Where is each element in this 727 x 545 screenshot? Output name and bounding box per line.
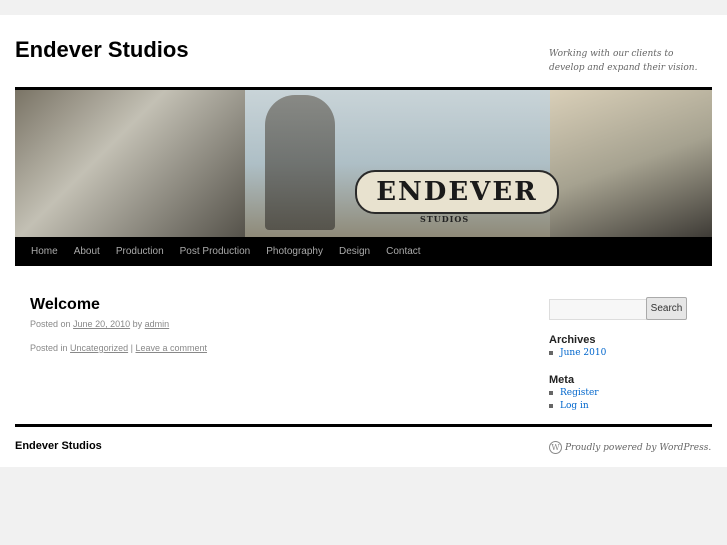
banner-right-collage	[550, 90, 712, 237]
posted-in-label: Posted in	[30, 343, 68, 353]
nav-about[interactable]: About	[66, 237, 108, 266]
post-meta: Posted on June 20, 2010 by admin	[30, 319, 169, 329]
archive-link[interactable]: June 2010	[560, 348, 606, 358]
search-input[interactable]	[549, 299, 647, 320]
footer-site-title[interactable]: Endever Studios	[15, 440, 102, 452]
leave-comment-link[interactable]: Leave a comment	[135, 343, 207, 353]
nav-photography[interactable]: Photography	[258, 237, 331, 266]
archives-heading: Archives	[549, 334, 596, 346]
banner-logo-sub: STUDIOS	[420, 214, 470, 224]
register-link[interactable]: Register	[560, 388, 599, 398]
posted-on-label: Posted on	[30, 319, 71, 329]
nav-production[interactable]: Production	[108, 237, 172, 266]
post-title[interactable]: Welcome	[30, 296, 100, 314]
header-banner-image: ENDEVER STUDIOS	[15, 90, 712, 237]
by-label: by	[132, 319, 143, 329]
bullet	[549, 403, 553, 408]
search-button[interactable]: Search	[646, 297, 687, 320]
post-utility: Posted in Uncategorized | Leave a commen…	[30, 343, 207, 353]
powered-by[interactable]: W Proudly powered by WordPress.	[549, 441, 711, 454]
banner-logo: ENDEVER	[355, 170, 559, 214]
nav-design[interactable]: Design	[331, 237, 378, 266]
wordpress-icon: W	[549, 441, 562, 454]
separator: |	[130, 343, 133, 353]
main-nav: Home About Production Post Production Ph…	[15, 237, 712, 266]
nav-home[interactable]: Home	[15, 237, 66, 266]
bullet	[549, 390, 553, 395]
login-link[interactable]: Log in	[560, 401, 589, 411]
meta-item[interactable]: Register	[549, 388, 599, 398]
post-date-link[interactable]: June 20, 2010	[73, 319, 130, 329]
category-link[interactable]: Uncategorized	[70, 343, 128, 353]
site-description: Working with our clients to develop and …	[549, 49, 698, 73]
nav-contact[interactable]: Contact	[378, 237, 428, 266]
banner-figure	[265, 95, 335, 230]
bullet	[549, 350, 553, 355]
banner-camera-collage	[15, 90, 245, 237]
site-title[interactable]: Endever Studios	[15, 37, 189, 63]
powered-by-text[interactable]: Proudly powered by WordPress.	[565, 443, 711, 453]
archive-item[interactable]: June 2010	[549, 348, 606, 358]
footer-divider	[15, 424, 712, 427]
meta-item[interactable]: Log in	[549, 401, 589, 411]
page-wrapper: Endever Studios Working with our clients…	[0, 15, 727, 467]
meta-heading: Meta	[549, 374, 575, 386]
nav-post-production[interactable]: Post Production	[172, 237, 259, 266]
author-link[interactable]: admin	[145, 319, 170, 329]
